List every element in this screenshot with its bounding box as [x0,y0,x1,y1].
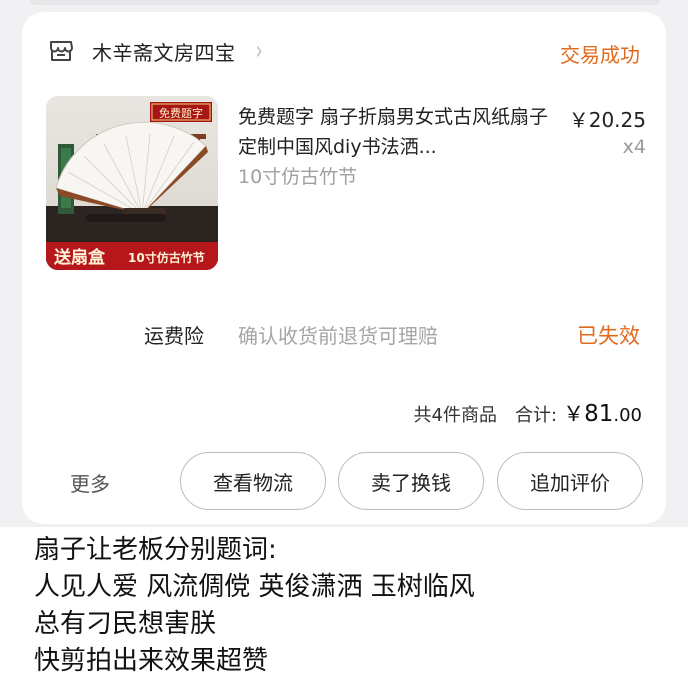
shop-icon [50,41,73,61]
total-integer: 81 [584,401,614,427]
caption-line: 总有刁民想害朕 [34,609,217,639]
resell-button[interactable]: 卖了换钱 [338,452,484,510]
product-thumbnail[interactable]: 免费题字 送扇盒 10寸仿古竹节 [46,96,218,270]
caption-line: 扇子让老板分别题词: [34,535,277,565]
thumb-left-text: 送扇盒 [54,247,106,268]
view-logistics-button[interactable]: 查看物流 [180,452,326,510]
chevron-right-icon[interactable]: › [255,38,262,64]
total-label: 合计: [515,405,558,426]
fan-product-image: 免费题字 送扇盒 10寸仿古竹节 [46,96,218,270]
shop-header[interactable]: 木辛斋文房四宝 › [48,36,264,66]
product-price: ￥20.25 [568,108,646,132]
thumb-right-text: 10寸仿古竹节 [128,250,205,265]
product-quantity: x4 [622,136,646,158]
order-summary: 共4件商品 合计: ￥ 81 .00 [414,398,642,428]
thumb-badge-text: 免费题字 [159,106,203,120]
shipping-insurance-label: 运费险 [144,324,204,348]
shipping-insurance-desc: 确认收货前退货可理赔 [238,324,438,348]
add-review-button[interactable]: 追加评价 [497,452,643,510]
previous-card-edge [30,0,660,5]
item-count: 共4件商品 [413,405,497,426]
caption-line: 人见人爱 风流倜傥 英俊潇洒 玉树临风 [34,572,475,602]
product-sku: 10寸仿古竹节 [238,166,358,188]
more-button[interactable]: 更多 [70,468,110,497]
product-title[interactable]: 免费题字 扇子折扇男女式古风纸扇子定制中国风diy书法洒... [238,102,558,162]
order-card: 木辛斋文房四宝 › 交易成功 免费题字 送扇盒 10寸仿古竹节 免费题字 扇子折… [22,12,666,524]
total-decimal: .00 [613,405,642,426]
caption-text: 扇子让老板分别题词: 人见人爱 风流倜傥 英俊潇洒 玉树临风 总有刁民想害朕 快… [34,532,674,680]
shipping-insurance-status: 已失效 [577,324,640,348]
order-status: 交易成功 [560,43,640,67]
shop-name[interactable]: 木辛斋文房四宝 [92,37,236,66]
total-currency: ￥ [563,402,585,426]
caption-line: 快剪拍出来效果超赞 [34,646,269,676]
